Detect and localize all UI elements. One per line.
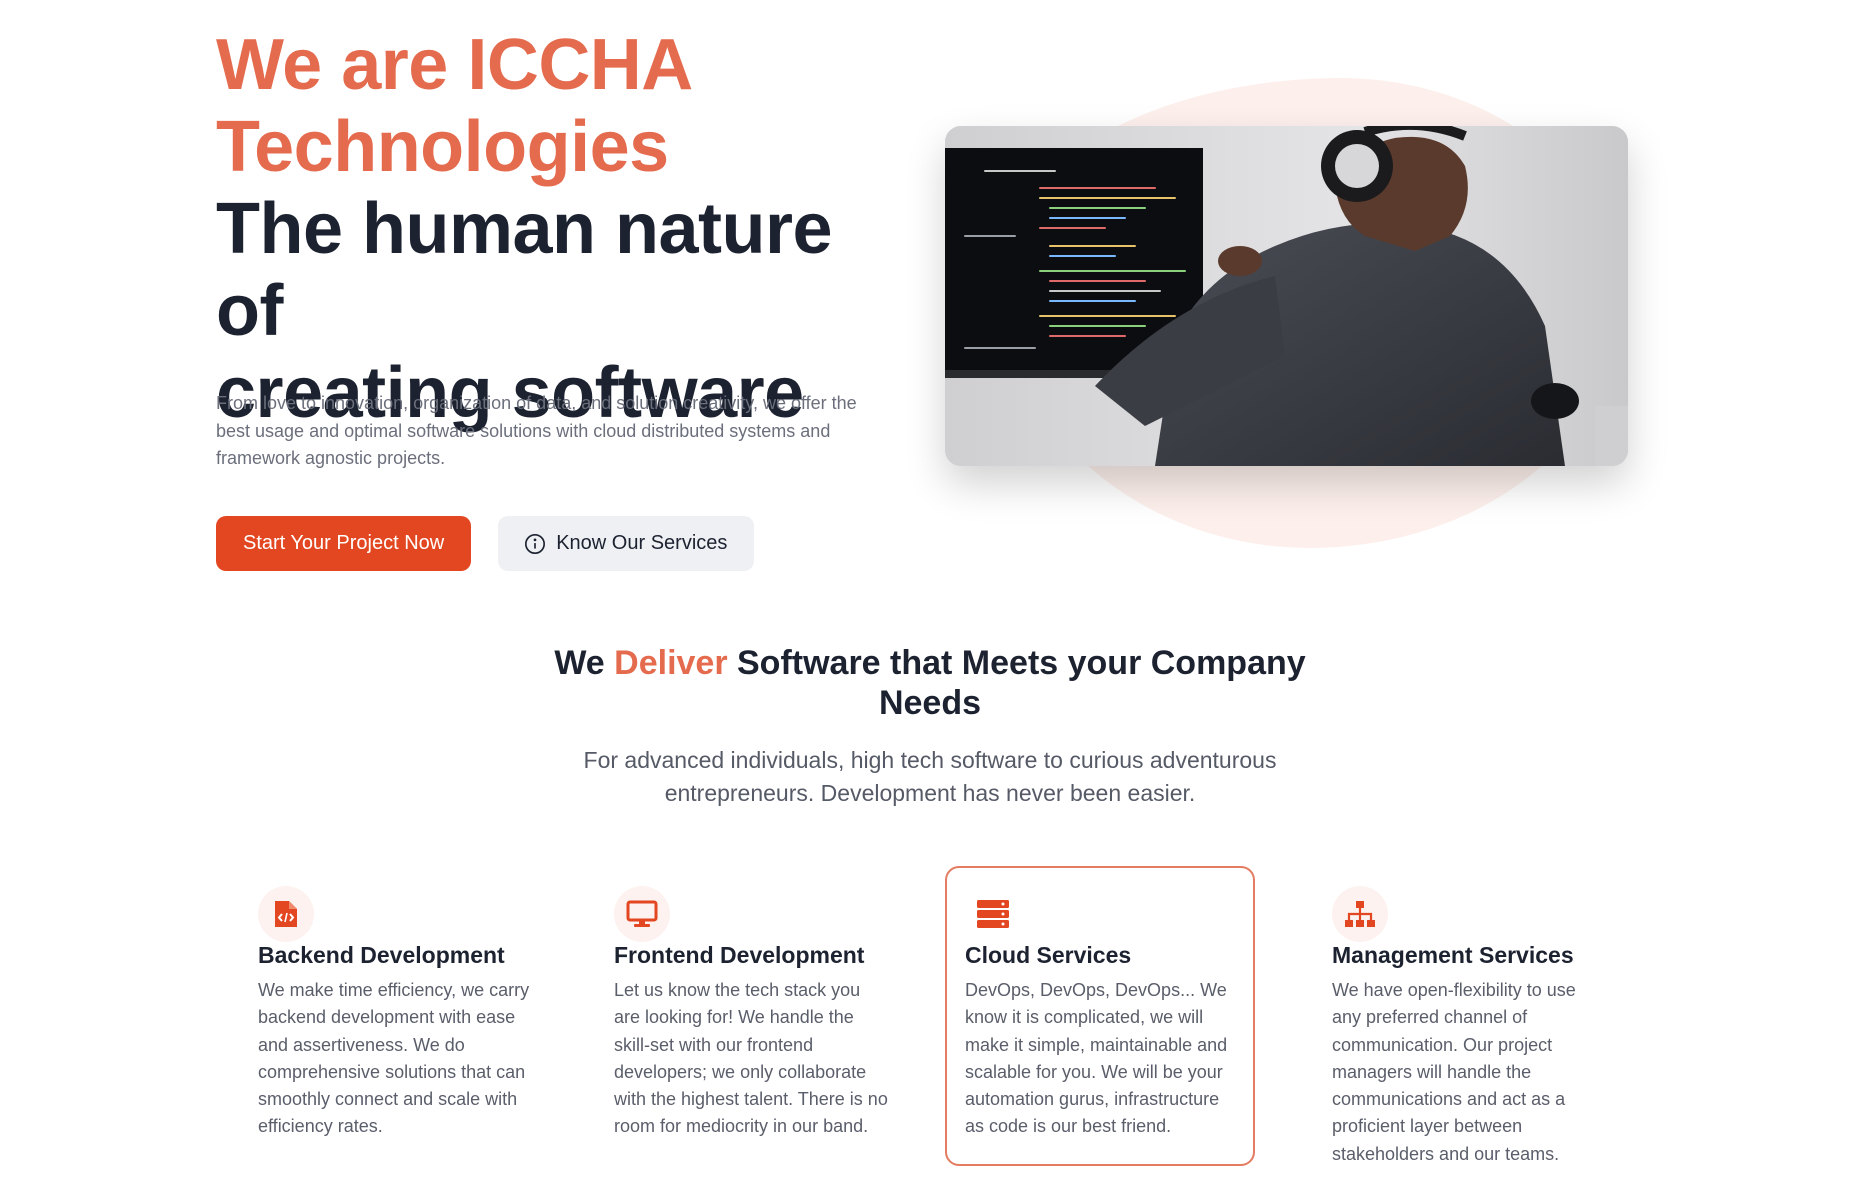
service-title: Cloud Services (965, 942, 1132, 968)
know-services-button[interactable]: Know Our Services (498, 516, 755, 571)
developer-photo (945, 126, 1628, 466)
hero-buttons: Start Your Project Now Know Our Services (216, 516, 755, 571)
section-subtitle: For advanced individuals, high tech soft… (583, 747, 1277, 806)
service-title: Management Services (1332, 942, 1574, 968)
start-project-button[interactable]: Start Your Project Now (216, 516, 472, 571)
service-description: DevOps, DevOps, DevOps... We know it is … (965, 980, 1228, 1137)
know-services-label: Know Our Services (556, 532, 728, 554)
hero-title-line2: Technologies (216, 107, 669, 187)
service-description: We have open-flexibility to use any pref… (1332, 980, 1576, 1164)
hero-subtitle-line1: The human nature of (216, 189, 833, 351)
section-title-after: Software that Meets your Company Needs (727, 644, 1306, 722)
hero-heading: We are ICCHA Technologies The human natu… (216, 24, 916, 434)
section-title-before: We (554, 644, 615, 682)
service-card-management: Management Services We have open-flexibi… (1292, 866, 1602, 1166)
info-icon (525, 533, 546, 554)
service-description: We make time efficiency, we carry backen… (258, 980, 530, 1137)
section-title: We Deliver Software that Meets your Comp… (500, 643, 1360, 723)
service-description: Let us know the tech stack you are looki… (614, 980, 888, 1137)
landing-page: We are ICCHA Technologies The human natu… (0, 0, 1863, 1200)
service-card-cloud: Cloud Services DevOps, DevOps, DevOps...… (945, 866, 1255, 1166)
sitemap-icon (1332, 886, 1388, 942)
hero-image (945, 126, 1628, 466)
service-title: Frontend Development (614, 942, 865, 968)
service-title: Backend Development (258, 942, 505, 968)
monitor-icon (614, 886, 670, 942)
file-code-icon (258, 886, 314, 942)
hero-description: From love to innovation, organization of… (216, 393, 857, 468)
service-card-frontend: Frontend Development Let us know the tec… (574, 866, 888, 1166)
section-title-accent: Deliver (614, 644, 728, 682)
server-icon (965, 886, 1021, 942)
service-card-backend: Backend Development We make time efficie… (218, 866, 529, 1166)
hero-title-line1: We are ICCHA (216, 25, 693, 105)
